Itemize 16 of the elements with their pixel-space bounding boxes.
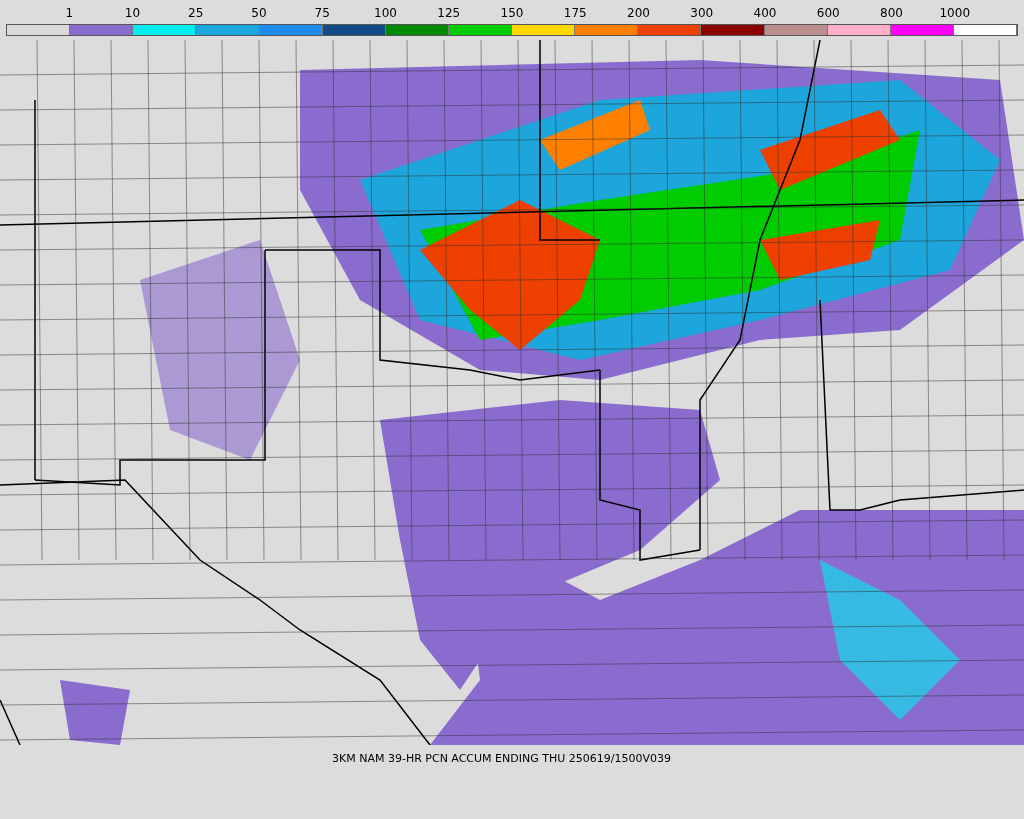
legend-label: 1000	[939, 5, 970, 22]
legend-label: 400	[753, 5, 777, 22]
legend-label: 800	[880, 5, 903, 22]
legend-label: 125	[437, 5, 461, 22]
legend-label: 25	[188, 5, 204, 22]
map-caption: 3KM NAM 39-HR PCN ACCUM ENDING THU 250619/1500V039	[331, 751, 672, 765]
legend-label: 75	[314, 5, 330, 22]
legend-label: 10	[124, 5, 141, 22]
legend-label: 1	[65, 5, 74, 22]
legend-label: 200	[627, 5, 650, 22]
legend-label: 100	[374, 5, 397, 22]
legend-label: 50	[251, 5, 267, 22]
legend-label: 175	[563, 5, 587, 22]
legend-label: 150	[500, 5, 524, 22]
legend-label: 300	[690, 5, 714, 22]
legend-label: 600	[816, 5, 840, 22]
